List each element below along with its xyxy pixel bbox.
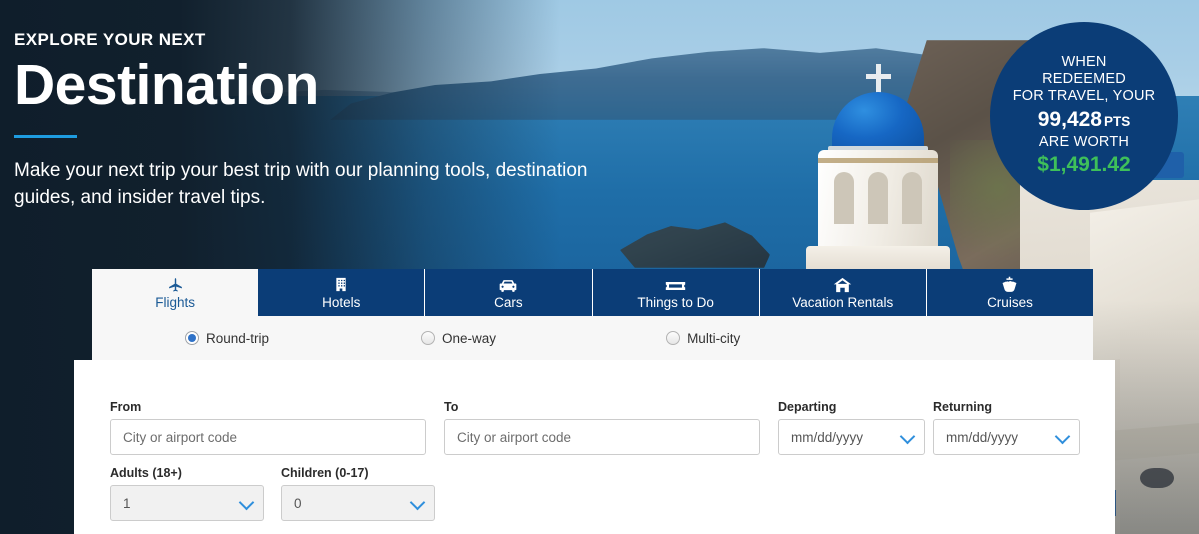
- church-dome: [832, 92, 924, 154]
- ship-icon: [1001, 276, 1018, 293]
- cross-bar: [866, 74, 891, 79]
- tab-things-to-do[interactable]: Things to Do: [593, 269, 760, 316]
- adults-field-group: Adults (18+) 1: [110, 466, 264, 521]
- church-band: [818, 158, 938, 163]
- adults-label: Adults (18+): [110, 466, 182, 480]
- children-field-group: Children (0-17) 0: [281, 466, 435, 521]
- travel-booking-page: EXPLORE YOUR NEXT Destination Make your …: [0, 0, 1199, 534]
- returning-label: Returning: [933, 400, 993, 414]
- chevron-down-icon: [1054, 428, 1071, 445]
- tab-hotels[interactable]: Hotels: [258, 269, 426, 316]
- badge-cash-value: $1,491.42: [1037, 153, 1131, 177]
- points-amount: 99,428: [1037, 108, 1102, 132]
- house-icon: [833, 276, 852, 293]
- radio-indicator: [421, 331, 436, 345]
- tab-vacation-rentals[interactable]: Vacation Rentals: [760, 269, 927, 316]
- radio-label: Round-trip: [206, 330, 270, 346]
- from-input[interactable]: [110, 419, 426, 455]
- departing-field-group: Departing mm/dd/yyyy: [778, 400, 925, 455]
- to-label: To: [444, 400, 459, 414]
- tab-cars[interactable]: Cars: [425, 269, 593, 316]
- tab-cruises[interactable]: Cruises: [927, 269, 1093, 316]
- church-arch-right: [902, 172, 922, 224]
- radio-one-way[interactable]: One-way: [421, 331, 496, 346]
- booking-tabs: Flights Hotels Cars Things to Do Vacatio…: [92, 269, 1093, 316]
- badge-line-2: REDEEMED: [1042, 71, 1126, 88]
- tab-label: Vacation Rentals: [792, 294, 894, 310]
- points-value-badge: WHEN REDEEMED FOR TRAVEL, YOUR 99,428 PTS…: [990, 22, 1178, 210]
- search-form-panel: From To Departing mm/dd/yyyy Returning m…: [74, 360, 1115, 534]
- departing-label: Departing: [778, 400, 837, 414]
- radio-label: One-way: [442, 330, 497, 346]
- tab-flights[interactable]: Flights: [92, 269, 259, 316]
- to-input[interactable]: [444, 419, 760, 455]
- radio-multi-city[interactable]: Multi-city: [666, 331, 740, 346]
- tab-label: Hotels: [322, 294, 361, 310]
- badge-line-1: WHEN: [1061, 54, 1107, 71]
- returning-value: mm/dd/yyyy: [946, 429, 1019, 445]
- church-arch-mid: [868, 172, 888, 224]
- trip-type-selector: Round-trip One-way Multi-city: [92, 316, 1093, 360]
- children-label: Children (0-17): [281, 466, 369, 480]
- adults-value: 1: [123, 495, 131, 511]
- adults-select[interactable]: 1: [110, 485, 264, 521]
- badge-line-4: ARE WORTH: [1038, 134, 1130, 151]
- accent-rule: [14, 135, 77, 139]
- departing-date-select[interactable]: mm/dd/yyyy: [778, 419, 925, 455]
- returning-field-group: Returning mm/dd/yyyy: [933, 400, 1080, 455]
- chevron-down-icon: [409, 494, 426, 511]
- badge-line-3: FOR TRAVEL, YOUR: [1012, 88, 1156, 105]
- tab-label: Cars: [494, 294, 523, 310]
- to-field-group: To: [444, 400, 760, 455]
- radio-label: Multi-city: [687, 330, 741, 346]
- departing-value: mm/dd/yyyy: [791, 429, 864, 445]
- children-value: 0: [294, 495, 302, 511]
- badge-points: 99,428 PTS: [1038, 108, 1131, 133]
- page-title: Destination: [14, 53, 319, 117]
- tab-label: Cruises: [987, 294, 1033, 310]
- building-icon: [333, 276, 349, 293]
- ticket-icon: [665, 276, 686, 293]
- tab-label: Things to Do: [637, 294, 714, 310]
- radio-round-trip[interactable]: Round-trip: [185, 331, 269, 346]
- hero-subcopy: Make your next trip your best trip with …: [14, 160, 588, 209]
- from-label: From: [110, 400, 142, 414]
- tab-label: Flights: [155, 294, 195, 310]
- hero-text-block: EXPLORE YOUR NEXT Destination Make your …: [14, 30, 634, 212]
- church-arch-left: [834, 172, 854, 224]
- returning-date-select[interactable]: mm/dd/yyyy: [933, 419, 1080, 455]
- blue-dome-church: [800, 60, 970, 276]
- location-date-row: From To Departing mm/dd/yyyy Returning m…: [110, 400, 1080, 455]
- chevron-down-icon: [238, 494, 255, 511]
- car-icon: [498, 276, 518, 293]
- passenger-row: Adults (18+) 1 Children (0-17) 0: [110, 466, 435, 521]
- radio-indicator: [185, 331, 199, 345]
- chevron-down-icon: [899, 428, 916, 445]
- points-unit: PTS: [1103, 114, 1131, 130]
- hero-eyebrow: EXPLORE YOUR NEXT: [14, 30, 206, 49]
- children-select[interactable]: 0: [281, 485, 435, 521]
- airplane-icon: [166, 276, 185, 293]
- from-field-group: From: [110, 400, 426, 455]
- radio-indicator: [666, 331, 681, 345]
